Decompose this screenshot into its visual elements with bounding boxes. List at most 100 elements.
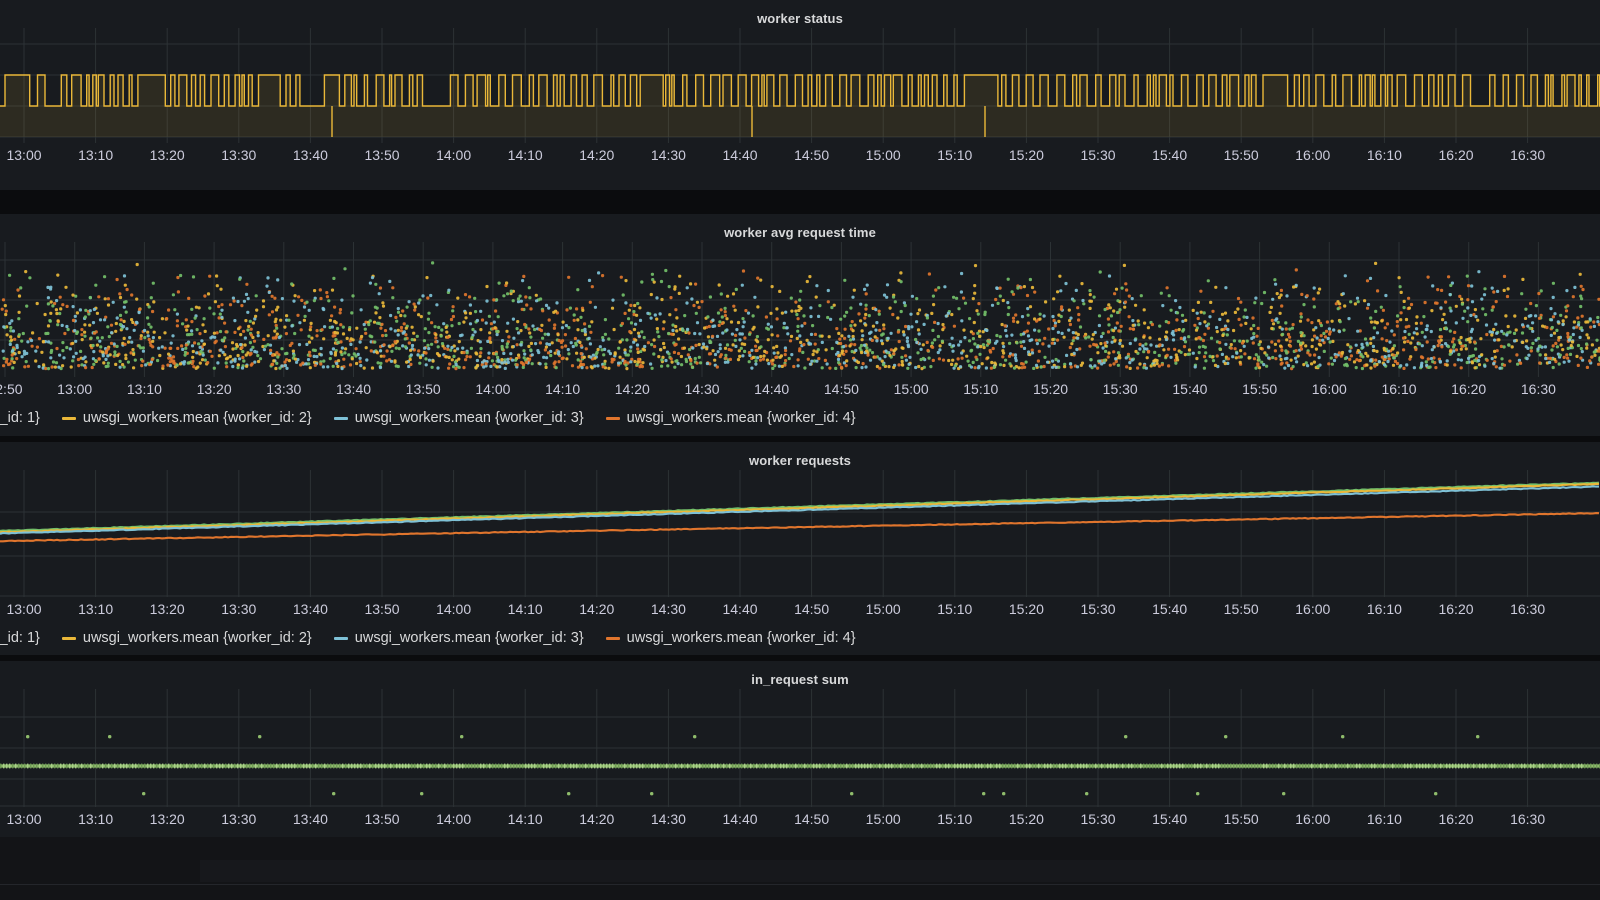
panel-gap — [0, 190, 1600, 214]
x-axis-tick: 15:50 — [1242, 381, 1278, 397]
x-axis-tick: 13:00 — [6, 601, 42, 617]
legend-worker-requests[interactable]: uwsgi_workers.mean {worker_id: 1} uwsgi_w… — [0, 623, 1600, 653]
x-axis-tick: 14:00 — [436, 601, 472, 617]
legend-color-swatch — [605, 416, 620, 420]
x-axis-tick: 16:10 — [1366, 147, 1402, 163]
x-axis-tick: 14:30 — [684, 381, 720, 397]
x-axis-tick: 14:40 — [722, 811, 758, 827]
x-axis-tick: 12:50 — [0, 381, 23, 397]
legend-item[interactable]: uwsgi_workers.mean {worker_id: 3} — [333, 630, 584, 646]
x-axis-tick: 15:00 — [893, 381, 929, 397]
x-axis-tick: 15:20 — [1008, 811, 1044, 827]
x-axis-tick: 16:20 — [1438, 601, 1474, 617]
x-axis-tick: 14:00 — [436, 147, 472, 163]
legend-item[interactable]: uwsgi_workers.mean {worker_id: 3} — [333, 410, 584, 426]
legend-item[interactable]: uwsgi_workers.mean {worker_id: 4} — [605, 630, 856, 646]
legend-label: uwsgi_workers.mean {worker_id: 3} — [354, 630, 584, 646]
x-axis-tick: 13:30 — [221, 811, 257, 827]
worker-status-plot[interactable] — [0, 28, 1600, 143]
x-axis-tick: 15:00 — [865, 601, 901, 617]
legend-item[interactable]: uwsgi_workers.mean {worker_id: 4} — [605, 410, 856, 426]
worker-requests-plot[interactable] — [0, 470, 1600, 597]
x-axis-tick: 13:30 — [221, 601, 257, 617]
x-axis-tick: 13:10 — [126, 381, 162, 397]
x-axis-tick: 16:20 — [1438, 147, 1474, 163]
legend-item[interactable]: uwsgi_workers.mean {worker_id: 1} — [0, 630, 40, 646]
x-axis-tick: 14:20 — [579, 811, 615, 827]
x-axis-tick: 16:30 — [1510, 811, 1546, 827]
legend-label: uwsgi_workers.mean {worker_id: 4} — [626, 630, 856, 646]
dashboard-root: worker status 13:00 13:10 13:20 13:30 13:40 1… — [0, 0, 1600, 900]
in-request-sum-plot[interactable] — [0, 689, 1600, 807]
x-axis-tick: 14:30 — [650, 811, 686, 827]
x-axis-tick: 13:50 — [364, 147, 400, 163]
x-axis-tick: 16:00 — [1311, 381, 1347, 397]
x-axis-tick: 13:00 — [6, 811, 42, 827]
legend-label: uwsgi_workers.mean {worker_id: 4} — [626, 410, 856, 426]
x-axis-tick: 15:50 — [1223, 601, 1259, 617]
x-axis-tick: 16:30 — [1510, 601, 1546, 617]
legend-label: uwsgi_workers.mean {worker_id: 2} — [82, 410, 312, 426]
x-axis-tick: 13:40 — [292, 811, 328, 827]
legend-item[interactable]: uwsgi_workers.mean {worker_id: 1} — [0, 410, 40, 426]
panel-title: worker requests — [749, 453, 851, 468]
x-axis-in-request-sum: 13:00 13:10 13:20 13:30 13:40 13:50 14:00 14:10… — [0, 807, 1600, 833]
panel-worker-requests[interactable]: worker requests 13:00 13:10 13:20 13:30 13:4… — [0, 442, 1600, 655]
x-axis-tick: 16:10 — [1381, 381, 1417, 397]
x-axis-tick: 16:20 — [1451, 381, 1487, 397]
x-axis-tick: 14:50 — [794, 147, 830, 163]
x-axis-tick: 15:10 — [937, 147, 973, 163]
x-axis-tick: 14:20 — [579, 147, 615, 163]
x-axis-tick: 16:10 — [1366, 601, 1402, 617]
x-axis-tick: 13:00 — [57, 381, 93, 397]
x-axis-tick: 15:50 — [1223, 811, 1259, 827]
legend-item[interactable]: uwsgi_workers.mean {worker_id: 2} — [61, 410, 312, 426]
x-axis-tick: 14:00 — [475, 381, 511, 397]
panel-worker-status[interactable]: worker status 13:00 13:10 13:20 13:30 13:40 1… — [0, 0, 1600, 190]
x-axis-tick: 14:40 — [722, 147, 758, 163]
x-axis-tick: 14:30 — [650, 601, 686, 617]
panel-worker-avg-request-time[interactable]: worker avg request time 12:5013:0013:101… — [0, 214, 1600, 436]
worker-avg-request-time-plot[interactable] — [0, 242, 1600, 377]
legend-item[interactable]: uwsgi_workers.mean {worker_id: 2} — [61, 630, 312, 646]
x-axis-tick: 14:50 — [794, 811, 830, 827]
x-axis-tick: 13:40 — [292, 601, 328, 617]
panel-title: worker status — [757, 11, 843, 26]
x-axis-tick: 13:50 — [364, 601, 400, 617]
x-axis-tick: 14:10 — [507, 811, 543, 827]
x-axis-tick: 13:30 — [266, 381, 302, 397]
x-axis-tick: 13:20 — [196, 381, 232, 397]
x-axis-tick: 15:30 — [1080, 147, 1116, 163]
x-axis-tick: 15:30 — [1102, 381, 1138, 397]
panel-in-request-sum[interactable]: in_request sum 13:00 13:10 13:20 13:30 13:40… — [0, 661, 1600, 837]
x-axis-tick: 16:20 — [1438, 811, 1474, 827]
x-axis-tick: 13:00 — [6, 147, 42, 163]
x-axis-tick: 13:50 — [364, 811, 400, 827]
x-axis-tick: 15:20 — [1008, 601, 1044, 617]
x-axis-tick: 13:30 — [221, 147, 257, 163]
x-axis-tick: 14:50 — [794, 601, 830, 617]
x-axis-tick: 14:40 — [754, 381, 790, 397]
x-axis-tick: 15:20 — [1008, 147, 1044, 163]
x-axis-tick: 14:20 — [579, 601, 615, 617]
x-axis-tick: 14:30 — [650, 147, 686, 163]
legend-worker-avg-request-time[interactable]: uwsgi_workers.mean {worker_id: 1} uwsgi_w… — [0, 403, 1600, 433]
x-axis-tick: 14:20 — [614, 381, 650, 397]
x-axis-worker-requests: 13:00 13:10 13:20 13:30 13:40 13:50 14:00 14:10… — [0, 597, 1600, 623]
legend-label: uwsgi_workers.mean {worker_id: 1} — [0, 410, 40, 426]
x-axis-tick: 15:40 — [1152, 601, 1188, 617]
legend-color-swatch — [61, 416, 76, 420]
x-axis-tick: 16:00 — [1295, 147, 1331, 163]
x-axis-tick: 15:10 — [963, 381, 999, 397]
x-axis-tick: 14:10 — [507, 147, 543, 163]
x-axis-tick: 16:10 — [1366, 811, 1402, 827]
dashboard-bottom-divider — [0, 884, 1600, 885]
x-axis-tick: 13:20 — [149, 811, 185, 827]
x-axis-tick: 16:00 — [1295, 601, 1331, 617]
x-axis-tick: 15:40 — [1152, 811, 1188, 827]
x-axis-tick: 15:10 — [937, 601, 973, 617]
x-axis-tick: 15:50 — [1223, 147, 1259, 163]
x-axis-tick: 15:30 — [1080, 601, 1116, 617]
x-axis-tick: 14:50 — [823, 381, 859, 397]
legend-color-swatch — [333, 636, 348, 640]
